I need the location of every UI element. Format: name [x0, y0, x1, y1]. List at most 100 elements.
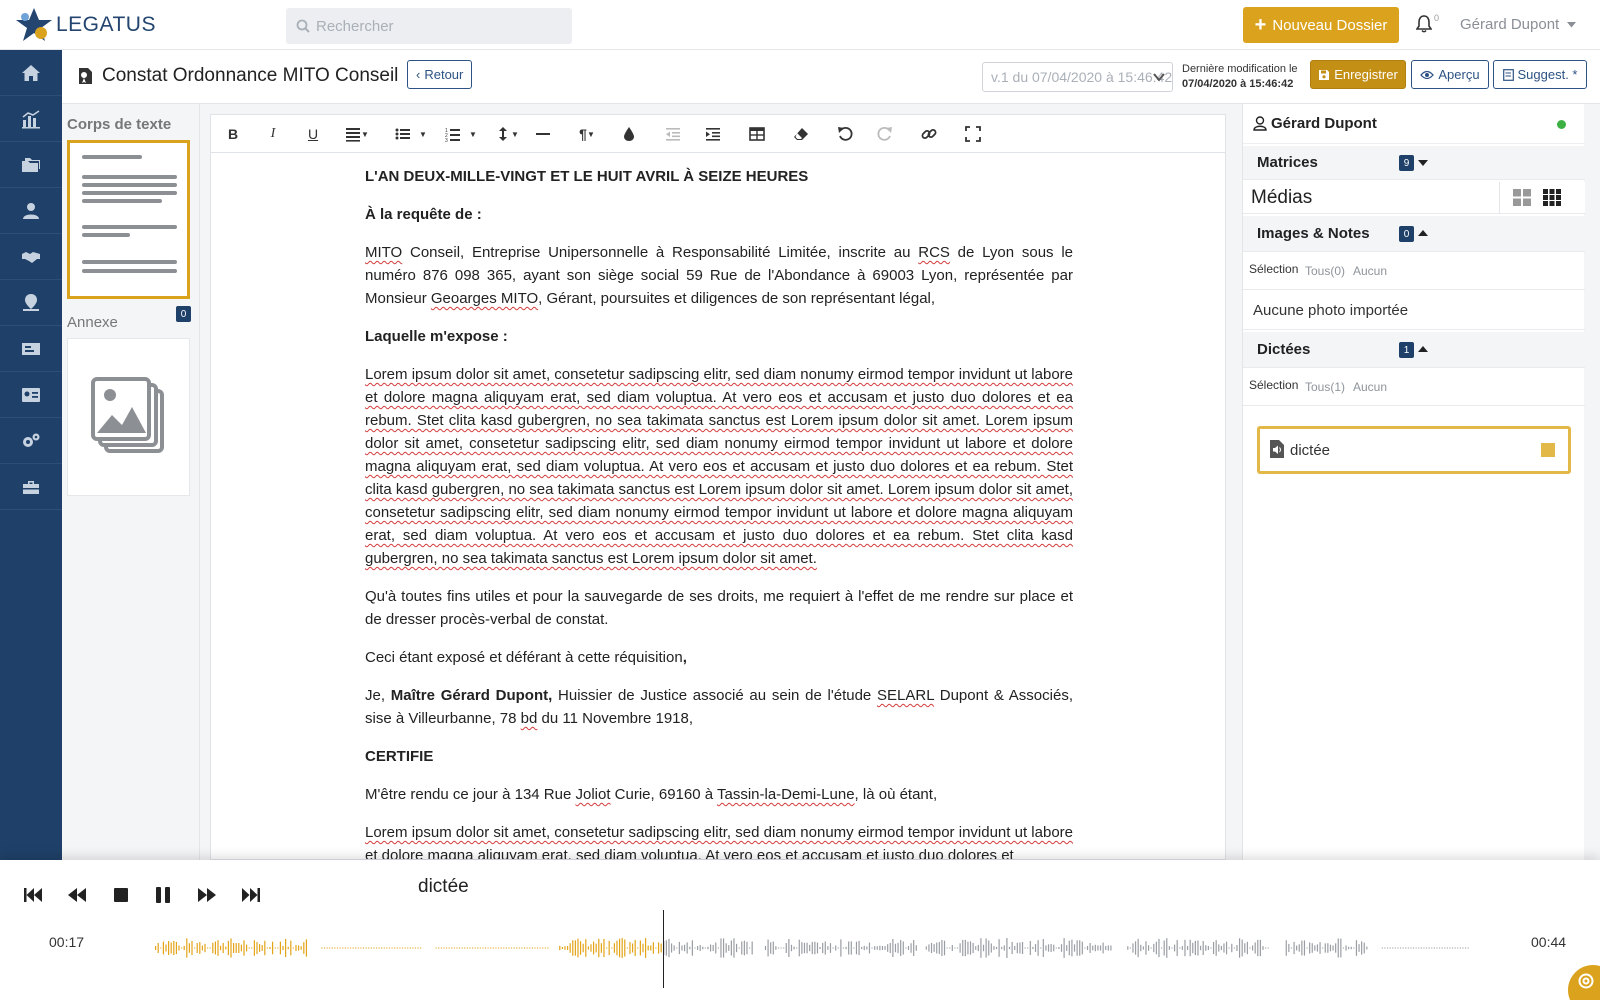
- images-select-all-link[interactable]: Tous(0): [1305, 264, 1345, 278]
- indent-icon[interactable]: [703, 123, 723, 145]
- stop-icon[interactable]: [110, 884, 132, 906]
- dictee-item[interactable]: dictée: [1257, 426, 1571, 474]
- italic-icon[interactable]: I: [263, 123, 283, 145]
- dictees-select-none-link[interactable]: Aucun: [1353, 380, 1387, 394]
- gears-icon: [23, 433, 40, 447]
- version-select[interactable]: v.1 du 07/04/2020 à 15:46:42: [982, 62, 1173, 92]
- nav-map[interactable]: [0, 280, 62, 326]
- waveform-bar: [855, 941, 858, 955]
- nav-settings[interactable]: [0, 418, 62, 464]
- playhead[interactable]: [662, 910, 664, 988]
- waveform-bar: [998, 939, 1000, 957]
- nav-clients[interactable]: [0, 234, 62, 280]
- waveform-bar: [712, 944, 714, 952]
- nav-statistics[interactable]: [0, 96, 62, 142]
- nav-cards[interactable]: [0, 326, 62, 372]
- waveform-bar: [1110, 945, 1112, 951]
- nav-team[interactable]: [0, 372, 62, 418]
- numbered-list-dropdown[interactable]: 1 2 3 ▼: [441, 123, 481, 145]
- waveform-bar: [803, 942, 806, 954]
- redo-icon[interactable]: [875, 123, 895, 145]
- waveform-bar: [1066, 945, 1068, 951]
- bullet-list-dropdown[interactable]: ▼: [391, 123, 431, 145]
- back-button[interactable]: ‹ Retour: [407, 60, 473, 89]
- waveform[interactable]: [155, 908, 1470, 988]
- align-dropdown[interactable]: ▼: [343, 123, 371, 145]
- eraser-icon[interactable]: [791, 123, 811, 145]
- bold-icon[interactable]: B: [223, 123, 243, 145]
- editor-content[interactable]: L'AN DEUX-MILLE-VINGT ET LE HUIT AVRIL À…: [211, 153, 1225, 859]
- dictee-select-checkbox[interactable]: [1541, 443, 1555, 457]
- skip-start-icon[interactable]: [22, 884, 44, 906]
- horizontal-rule-icon[interactable]: [533, 123, 553, 145]
- waveform-bar: [1405, 947, 1407, 949]
- images-select-none-link[interactable]: Aucun: [1353, 264, 1387, 278]
- fast-forward-icon[interactable]: [196, 884, 218, 906]
- table-icon[interactable]: [747, 123, 767, 145]
- underline-icon[interactable]: U: [303, 123, 323, 145]
- waveform-bar: [1459, 947, 1461, 949]
- color-drop-icon[interactable]: [619, 123, 639, 145]
- id-card-icon: [22, 342, 40, 355]
- search-input[interactable]: [316, 17, 556, 35]
- waveform-bar: [837, 947, 839, 949]
- waveform-bar: [285, 938, 287, 958]
- line-height-dropdown[interactable]: ▼: [493, 123, 521, 145]
- document-page[interactable]: L'AN DEUX-MILLE-VINGT ET LE HUIT AVRIL À…: [365, 165, 1073, 859]
- waveform-bar: [824, 941, 826, 955]
- undo-icon[interactable]: [835, 123, 855, 145]
- nav-contacts[interactable]: [0, 188, 62, 234]
- waveform-bar: [930, 942, 933, 954]
- body-section-label: Corps de texte: [67, 116, 172, 133]
- grid-small-icon[interactable]: [1543, 189, 1561, 206]
- nav-home[interactable]: [0, 50, 62, 96]
- waveform-bar: [1446, 947, 1448, 949]
- waveform-bar: [1158, 938, 1160, 958]
- images-notes-row[interactable]: Images & Notes 0: [1243, 216, 1585, 252]
- new-folder-label: Nouveau Dossier: [1272, 16, 1388, 34]
- waveform-bar: [1040, 947, 1042, 949]
- waveform-bar: [925, 946, 927, 950]
- waveform-bar: [689, 946, 691, 950]
- paragraph-dropdown[interactable]: ¶ ▼: [573, 123, 601, 145]
- waveform-bar: [1288, 943, 1290, 953]
- user-menu[interactable]: Gérard Dupont: [1460, 16, 1577, 33]
- pause-icon[interactable]: [152, 884, 174, 906]
- fullscreen-icon[interactable]: [963, 123, 983, 145]
- waveform-bar: [582, 943, 584, 953]
- waveform-bar: [816, 942, 819, 954]
- waveform-bar: [1285, 940, 1287, 956]
- skip-end-icon[interactable]: [240, 884, 262, 906]
- suggest-button[interactable]: Suggest. *: [1493, 60, 1587, 89]
- waveform-bar: [897, 942, 899, 954]
- link-icon[interactable]: [919, 123, 939, 145]
- help-button[interactable]: [1568, 965, 1600, 1000]
- outdent-icon[interactable]: [663, 123, 683, 145]
- grid-large-icon[interactable]: [1513, 189, 1531, 206]
- waveform-bar: [1053, 944, 1055, 952]
- waveform-bar: [561, 946, 563, 950]
- dictees-select-all-link[interactable]: Tous(1): [1305, 380, 1345, 394]
- search-box[interactable]: [286, 8, 572, 44]
- matrices-row[interactable]: Matrices 9: [1243, 146, 1585, 180]
- nav-folders[interactable]: [0, 142, 62, 188]
- waveform-bar: [1233, 947, 1235, 949]
- waveform-bar: [1293, 941, 1295, 955]
- waveform-bar: [801, 942, 803, 954]
- annex-thumbnail[interactable]: [67, 338, 190, 496]
- waveform-bar: [1246, 941, 1248, 955]
- rewind-icon[interactable]: [66, 884, 88, 906]
- preview-button[interactable]: Aperçu: [1411, 60, 1489, 89]
- waveform-bar: [1381, 947, 1383, 949]
- save-button[interactable]: Enregistrer: [1310, 60, 1406, 89]
- waveform-bar: [853, 947, 855, 949]
- bell-icon[interactable]: [1415, 15, 1433, 38]
- new-folder-button[interactable]: + Nouveau Dossier: [1243, 7, 1399, 43]
- waveform-bar: [1389, 947, 1391, 949]
- waveform-bar: [1407, 947, 1409, 949]
- dictees-row[interactable]: Dictées 1: [1243, 332, 1585, 368]
- app-logo[interactable]: LEGATUS: [14, 6, 156, 44]
- waveform-bar: [915, 945, 917, 951]
- body-thumbnail[interactable]: [67, 140, 190, 299]
- nav-tools[interactable]: [0, 464, 62, 510]
